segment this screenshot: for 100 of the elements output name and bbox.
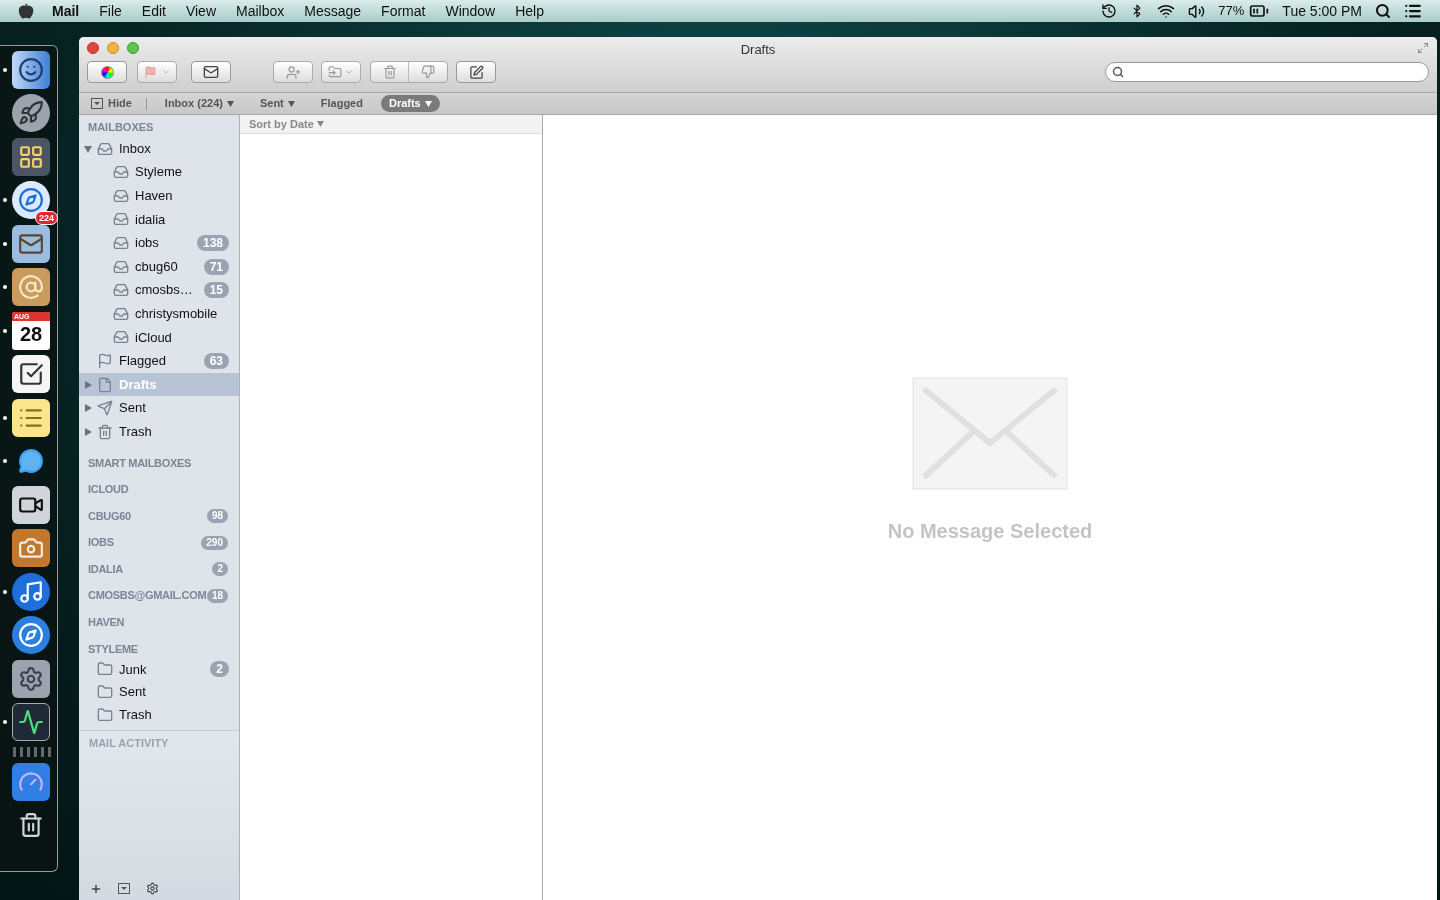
gear-icon[interactable] [12,659,50,698]
panel-toggle-icon[interactable] [118,883,130,894]
flag-icon [143,65,157,79]
finder-face-icon[interactable] [12,50,50,89]
collapsed-triangle-icon[interactable] [84,427,92,436]
favorites-bar-button[interactable]: Sent [251,95,303,112]
folder-icon [328,65,342,79]
inbox-tray-icon [97,140,113,157]
sidebar-item[interactable]: Haven [79,183,239,208]
sidebar-item[interactable]: Trash [79,420,239,444]
section-header: MAILBOXES [87,120,155,135]
menu-item[interactable]: Help [515,0,544,22]
notepad-icon[interactable] [12,398,50,437]
inbox-tray-icon [113,164,129,181]
sidebar-item[interactable]: cmosbs… 15 [79,278,239,302]
count-badge: 98 [206,508,228,523]
volume-icon[interactable] [1188,2,1206,20]
sidebar-item[interactable]: idalia [79,207,239,232]
favorites-bar-button[interactable]: Inbox (224) [156,95,242,112]
pencil-square-icon [468,64,484,80]
sidebar-item[interactable]: cbug60 71 [79,254,239,279]
favorites-bar-button[interactable]: Drafts [380,95,440,112]
menu-item[interactable]: Window [445,0,496,22]
heartbeat-monitor-icon[interactable] [12,703,50,742]
folder-icon [97,683,113,700]
sidebar-item[interactable]: Inbox [79,136,239,161]
menu-clock[interactable]: Tue 5:00 PM [1282,0,1362,22]
wifi-icon[interactable] [1157,2,1176,20]
menu-item[interactable]: Edit [141,0,166,22]
count-badge: 138 [196,234,229,251]
search-icon [1112,66,1124,78]
inbox-tray-icon [113,258,129,275]
photo-camera-icon[interactable] [12,529,50,568]
menu-item[interactable]: View [185,0,216,22]
battery-percentage: 77% [1218,2,1245,21]
move-button[interactable] [321,61,361,83]
flag-icon [97,353,113,369]
video-camera-icon[interactable] [12,485,50,524]
count-badge: 2 [210,661,229,678]
inbox-tray-icon [113,329,129,346]
compose-button[interactable] [456,61,496,83]
gauge-icon[interactable] [12,762,50,801]
window-title: Drafts [740,41,776,59]
panel-toggle-icon [91,98,103,109]
hide-mailboxes-button[interactable]: Hide [91,95,132,112]
count-badge: 290 [201,535,228,550]
music-note-icon[interactable] [12,572,50,611]
chevron-down-icon [160,67,171,77]
sidebar-item[interactable]: Styleme [79,160,239,184]
gear-menu-icon[interactable] [146,882,159,895]
envelope-icon [912,377,1068,490]
trash-can-icon [97,423,113,440]
count-badge: 71 [203,258,229,275]
sidebar-item[interactable]: iCloud [79,325,239,350]
zoom-button[interactable] [127,42,139,54]
folder-icon [97,661,113,678]
trash-icon [382,65,397,79]
windows-grid-icon[interactable] [12,137,50,176]
inbox-tray-icon [113,187,129,204]
paper-plane-icon [97,400,113,417]
color-wheel-icon [100,65,114,79]
count-badge: 15 [203,282,229,299]
close-button[interactable] [87,42,99,54]
rocket-icon[interactable] [12,94,50,133]
search-field[interactable] [1105,62,1429,82]
calendar-day: 28 [19,320,43,347]
menu-item[interactable]: Format [381,0,426,22]
sidebar-item[interactable]: iobs 138 [79,231,239,255]
apple-menu-icon[interactable] [18,3,34,19]
folder-item[interactable]: Trash [79,703,239,726]
time-machine-icon[interactable] [1101,3,1118,19]
menu-item[interactable]: Mailbox [236,0,285,22]
add-contact-button[interactable] [273,61,313,83]
folder-icon [97,706,113,723]
inbox-tray-icon [113,211,129,228]
expanded-triangle-icon[interactable] [84,144,92,153]
favorites-bar-button[interactable]: Flagged [312,95,371,112]
envelope-icon [203,64,219,80]
add-icon[interactable] [90,882,102,895]
fullscreen-icon[interactable] [1417,42,1429,54]
menu-app-name[interactable]: Mail [52,0,80,22]
collapsed-triangle-icon[interactable] [84,380,92,389]
inbox-tray-icon [113,305,129,322]
menu-item[interactable]: File [99,0,122,22]
get-mail-button[interactable] [191,61,231,83]
address-book-icon[interactable] [12,268,50,307]
collapsed-triangle-icon[interactable] [84,404,92,413]
count-badge: 18 [206,588,228,603]
menu-item[interactable]: Message [304,0,362,22]
count-badge: 63 [203,353,229,369]
colors-button[interactable] [87,61,127,83]
thumbs-down-icon [421,65,435,79]
spotlight-search-icon[interactable] [1375,3,1391,19]
notification-center-icon[interactable] [1404,2,1422,20]
sidebar-item[interactable]: christysmobile [79,301,239,326]
folder-item[interactable]: Sent [79,680,239,704]
checklist-icon[interactable] [12,355,50,394]
sidebar-item[interactable]: Flagged 63 [79,349,239,373]
sidebar-item[interactable]: Sent [79,396,239,420]
folder-item[interactable]: Junk 2 [79,658,239,681]
